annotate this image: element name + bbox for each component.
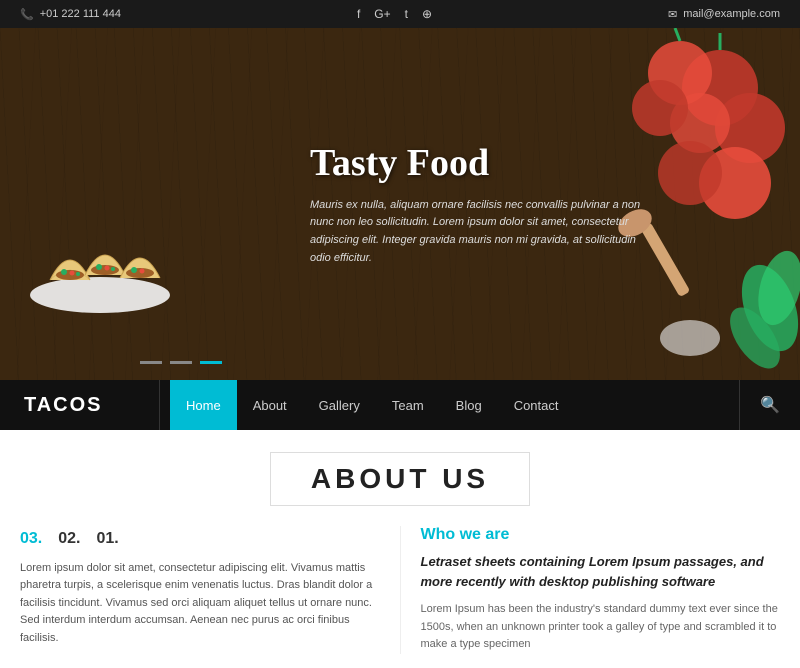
about-left: 03. 02. 01. Lorem ipsum dolor sit amet, … <box>20 526 380 654</box>
top-bar-right: ✉ mail@example.com <box>668 8 780 21</box>
phone-icon: 📞 <box>20 8 34 21</box>
nav-blog[interactable]: Blog <box>440 380 498 430</box>
about-title-wrap: ABOUT US <box>0 452 800 526</box>
navbar: TACOS Home About Gallery Team Blog Conta… <box>0 380 800 430</box>
nav-contact[interactable]: Contact <box>498 380 575 430</box>
email-address: mail@example.com <box>683 8 780 20</box>
instagram-icon[interactable]: ⊕ <box>422 7 432 21</box>
about-num-3: 03. <box>20 526 42 552</box>
search-button[interactable]: 🔍 <box>739 380 800 430</box>
hero-title: Tasty Food <box>310 141 650 185</box>
about-numbers: 03. 02. 01. <box>20 526 380 552</box>
twitter-icon[interactable]: t <box>405 7 408 21</box>
dot-1[interactable] <box>140 361 162 364</box>
nav-brand: TACOS <box>0 380 160 430</box>
about-section: ABOUT US 03. 02. 01. Lorem ipsum dolor s… <box>0 430 800 668</box>
nav-team[interactable]: Team <box>376 380 440 430</box>
googleplus-icon[interactable]: G+ <box>374 7 390 21</box>
tacos-svg <box>20 210 180 320</box>
about-content: 03. 02. 01. Lorem ipsum dolor sit amet, … <box>0 526 800 654</box>
about-num-1: 01. <box>97 526 119 552</box>
hero-dots <box>140 361 222 364</box>
about-right: Who we are Letraset sheets containing Lo… <box>400 526 781 654</box>
nav-home[interactable]: Home <box>170 380 237 430</box>
about-title: ABOUT US <box>270 452 530 506</box>
top-bar-left: 📞 +01 222 111 444 <box>20 8 121 21</box>
facebook-icon[interactable]: f <box>357 7 360 21</box>
nav-about[interactable]: About <box>237 380 303 430</box>
about-left-text: Lorem ipsum dolor sit amet, consectetur … <box>20 560 380 648</box>
search-icon: 🔍 <box>760 395 780 415</box>
about-body-text: Lorem Ipsum has been the industry's stan… <box>421 601 781 654</box>
dot-2[interactable] <box>170 361 192 364</box>
hero-content: Tasty Food Mauris ex nulla, aliquam orna… <box>310 141 650 267</box>
phone-number: +01 222 111 444 <box>40 8 121 20</box>
about-bold-text: Letraset sheets containing Lorem Ipsum p… <box>421 552 781 591</box>
email-icon: ✉ <box>668 8 677 21</box>
hero-subtitle: Mauris ex nulla, aliquam ornare facilisi… <box>310 197 650 267</box>
dot-3[interactable] <box>200 361 222 364</box>
hero-food-left <box>20 210 180 320</box>
social-links: f G+ t ⊕ <box>357 7 432 21</box>
top-bar: 📞 +01 222 111 444 f G+ t ⊕ ✉ mail@exampl… <box>0 0 800 28</box>
about-who-we-are: Who we are <box>421 526 781 544</box>
about-num-2: 02. <box>58 526 80 552</box>
hero-section: Tasty Food Mauris ex nulla, aliquam orna… <box>0 28 800 380</box>
nav-gallery[interactable]: Gallery <box>303 380 376 430</box>
nav-links: Home About Gallery Team Blog Contact <box>160 380 739 430</box>
